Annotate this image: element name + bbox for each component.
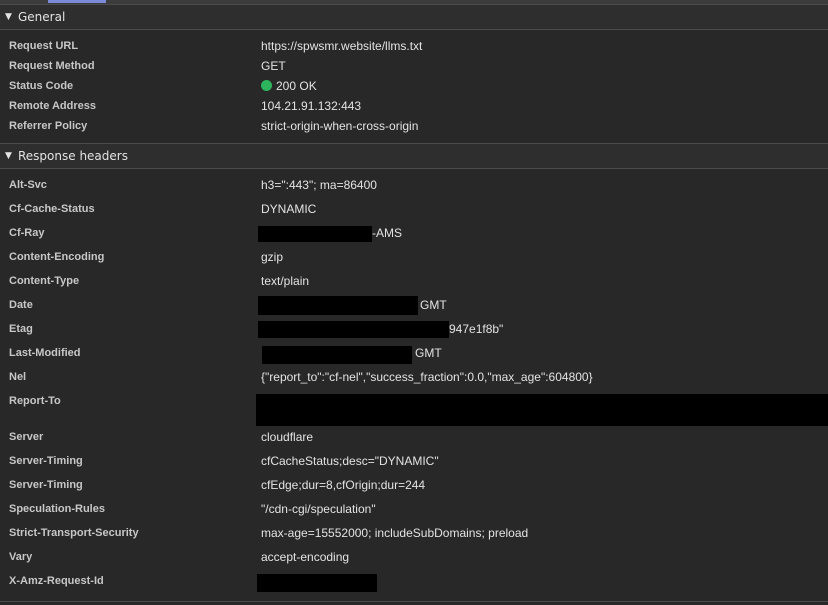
redacted-block: [258, 226, 372, 242]
header-row-x-amz-request-id: X-Amz-Request-Id: [0, 572, 828, 592]
header-value: h3=":443"; ma=86400: [261, 178, 377, 192]
header-key: Remote Address: [9, 100, 97, 112]
header-key: Content-Encoding: [9, 251, 105, 263]
header-key: Server-Timing: [9, 479, 83, 491]
header-row-status-code: Status Code 200 OK: [0, 77, 828, 97]
header-key: Speculation-Rules: [9, 503, 105, 515]
header-row-server: Server cloudflare: [0, 428, 828, 448]
header-row-date: Date GMT: [0, 296, 828, 316]
header-value: accept-encoding: [261, 550, 350, 564]
general-section-header[interactable]: ▼ General: [0, 4, 828, 30]
header-key: Server: [9, 431, 44, 443]
header-value: GMT: [420, 298, 447, 312]
header-value: DYNAMIC: [261, 202, 317, 216]
header-value: 104.21.91.132:443: [261, 99, 362, 113]
header-row-referrer-policy: Referrer Policy strict-origin-when-cross…: [0, 117, 828, 137]
header-key: Content-Type: [9, 275, 80, 287]
triangle-down-icon[interactable]: ▼: [5, 151, 13, 161]
header-key: Last-Modified: [9, 347, 81, 359]
header-row-vary: Vary accept-encoding: [0, 548, 828, 568]
header-key: Cf-Ray: [9, 227, 45, 239]
header-value: GMT: [415, 346, 442, 360]
header-value: GET: [261, 59, 286, 73]
header-key: Strict-Transport-Security: [9, 527, 139, 539]
redacted-block: [262, 346, 412, 364]
redacted-block: [257, 574, 377, 592]
header-value: cloudflare: [261, 430, 314, 444]
header-row-server-timing: Server-Timing cfEdge;dur=8,cfOrigin;dur=…: [0, 476, 828, 496]
header-key: Report-To: [9, 395, 61, 407]
header-key: Referrer Policy: [9, 120, 88, 132]
response-headers-title: Response headers: [18, 149, 128, 163]
header-value: https://spwsmr.website/llms.txt: [261, 39, 423, 53]
header-key: X-Amz-Request-Id: [9, 575, 104, 587]
redacted-block: [258, 321, 449, 338]
green-dot-icon: [261, 80, 272, 91]
response-headers-section-header[interactable]: ▼ Response headers: [0, 143, 828, 169]
header-row-server-timing: Server-Timing cfCacheStatus;desc="DYNAMI…: [0, 452, 828, 472]
header-row-request-url: Request URL https://spwsmr.website/llms.…: [0, 37, 828, 57]
header-row-alt-svc: Alt-Svc h3=":443"; ma=86400: [0, 176, 828, 196]
header-row-cf-ray: Cf-Ray -AMS: [0, 224, 828, 244]
header-row-last-modified: Last-Modified GMT: [0, 344, 828, 364]
header-value: text/plain: [261, 274, 310, 288]
header-key: Date: [9, 299, 33, 311]
header-key: Status Code: [9, 80, 74, 92]
header-row-strict-transport-security: Strict-Transport-Security max-age=155520…: [0, 524, 828, 544]
header-row-speculation-rules: Speculation-Rules "/cdn-cgi/speculation": [0, 500, 828, 520]
header-row-content-encoding: Content-Encoding gzip: [0, 248, 828, 268]
active-tab-indicator: [48, 0, 106, 3]
header-value: 200 OK: [261, 79, 317, 93]
status-text: 200 OK: [276, 79, 317, 93]
header-key: Alt-Svc: [9, 179, 47, 191]
header-key: Request URL: [9, 40, 79, 52]
header-value: 947e1f8b": [449, 322, 504, 336]
header-value: cfCacheStatus;desc="DYNAMIC": [261, 454, 439, 468]
header-value: gzip: [261, 250, 284, 264]
bottom-divider: [0, 601, 828, 602]
header-value: -AMS: [372, 226, 402, 240]
header-key: Nel: [9, 371, 27, 383]
redacted-block: [256, 394, 828, 426]
header-key: Cf-Cache-Status: [9, 203, 95, 215]
header-value: cfEdge;dur=8,cfOrigin;dur=244: [261, 478, 426, 492]
header-row-report-to: Report-To: [0, 392, 828, 428]
header-key: Vary: [9, 551, 33, 563]
header-value: max-age=15552000; includeSubDomains; pre…: [261, 526, 529, 540]
header-row-cf-cache-status: Cf-Cache-Status DYNAMIC: [0, 200, 828, 220]
redacted-block: [258, 296, 418, 315]
header-value: {"report_to":"cf-nel","success_fraction"…: [261, 370, 593, 384]
header-value: "/cdn-cgi/speculation": [261, 502, 376, 516]
header-key: Etag: [9, 323, 33, 335]
header-row-content-type: Content-Type text/plain: [0, 272, 828, 292]
header-row-nel: Nel {"report_to":"cf-nel","success_fract…: [0, 368, 828, 388]
header-value: strict-origin-when-cross-origin: [261, 119, 419, 133]
header-row-request-method: Request Method GET: [0, 57, 828, 77]
header-row-etag: Etag 947e1f8b": [0, 320, 828, 340]
header-key: Server-Timing: [9, 455, 83, 467]
general-title: General: [18, 10, 66, 24]
header-key: Request Method: [9, 60, 95, 72]
header-row-remote-address: Remote Address 104.21.91.132:443: [0, 97, 828, 117]
triangle-down-icon[interactable]: ▼: [5, 12, 13, 22]
